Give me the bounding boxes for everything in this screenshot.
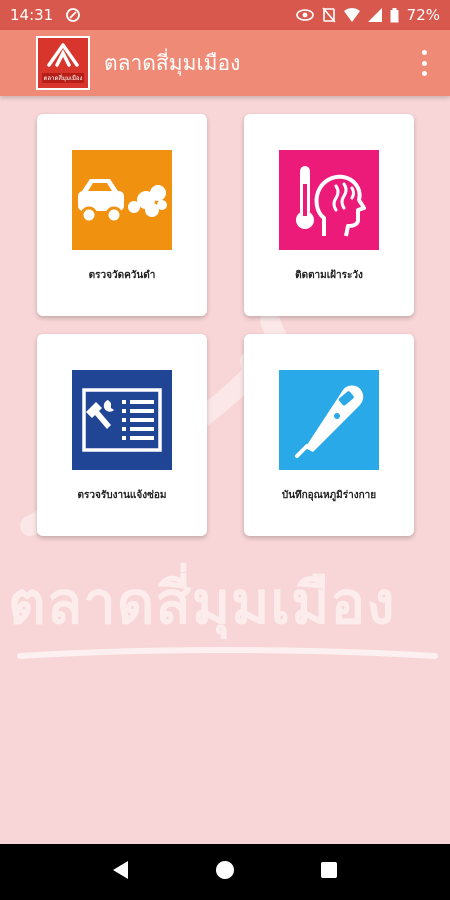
menu-card-smoke-check[interactable]: ตรวจวัดควันดำ [37, 114, 207, 316]
back-icon[interactable] [112, 860, 130, 884]
truck-smoke-icon [72, 150, 172, 250]
app-logo: ตลาดสี่มุมเมือง [36, 36, 90, 90]
menu-label-repair-inspection: ตรวจรับงานแจ้งซ่อม [77, 490, 167, 501]
battery-percent: 72% [406, 6, 440, 24]
status-time: 14:31 [10, 6, 54, 24]
menu-card-body-temperature[interactable]: บันทึกอุณหภูมิร่างกาย [244, 334, 414, 536]
background-watermark-text: ตลาดสี่มุมเมือง [8, 569, 396, 637]
mute-icon [322, 7, 336, 23]
signal-icon [367, 8, 382, 22]
app-title: ตลาดสี่มุมเมือง [104, 50, 241, 75]
battery-icon [390, 7, 399, 23]
main-content: ตลาดสี่มุมเมือง ตรวจวัดควันดำ ติดตามเฝ้า… [0, 96, 450, 844]
menu-label-surveillance: ติดตามเฝ้าระวัง [295, 270, 363, 281]
status-bar: 14:31 72% [0, 0, 450, 30]
logo-text: ตลาดสี่มุมเมือง [41, 73, 85, 83]
digital-thermometer-icon [279, 370, 379, 470]
home-icon[interactable] [215, 860, 235, 884]
wifi-icon [343, 8, 360, 22]
menu-label-body-temperature: บันทึกอุณหภูมิร่างกาย [281, 490, 377, 501]
system-nav-bar [0, 844, 450, 900]
menu-card-surveillance[interactable]: ติดตามเฝ้าระวัง [244, 114, 414, 316]
repair-list-icon [72, 370, 172, 470]
recents-icon[interactable] [320, 861, 338, 883]
thermometer-head-icon [279, 150, 379, 250]
data-saver-icon [65, 7, 81, 23]
app-bar: ตลาดสี่มุมเมือง ตลาดสี่มุมเมือง [0, 30, 450, 96]
menu-label-smoke-check: ตรวจวัดควันดำ [88, 270, 156, 281]
overflow-menu-icon[interactable] [414, 50, 434, 76]
eye-icon [295, 8, 314, 22]
menu-card-repair-inspection[interactable]: ตรวจรับงานแจ้งซ่อม [37, 334, 207, 536]
logo-roof-icon [47, 43, 79, 67]
